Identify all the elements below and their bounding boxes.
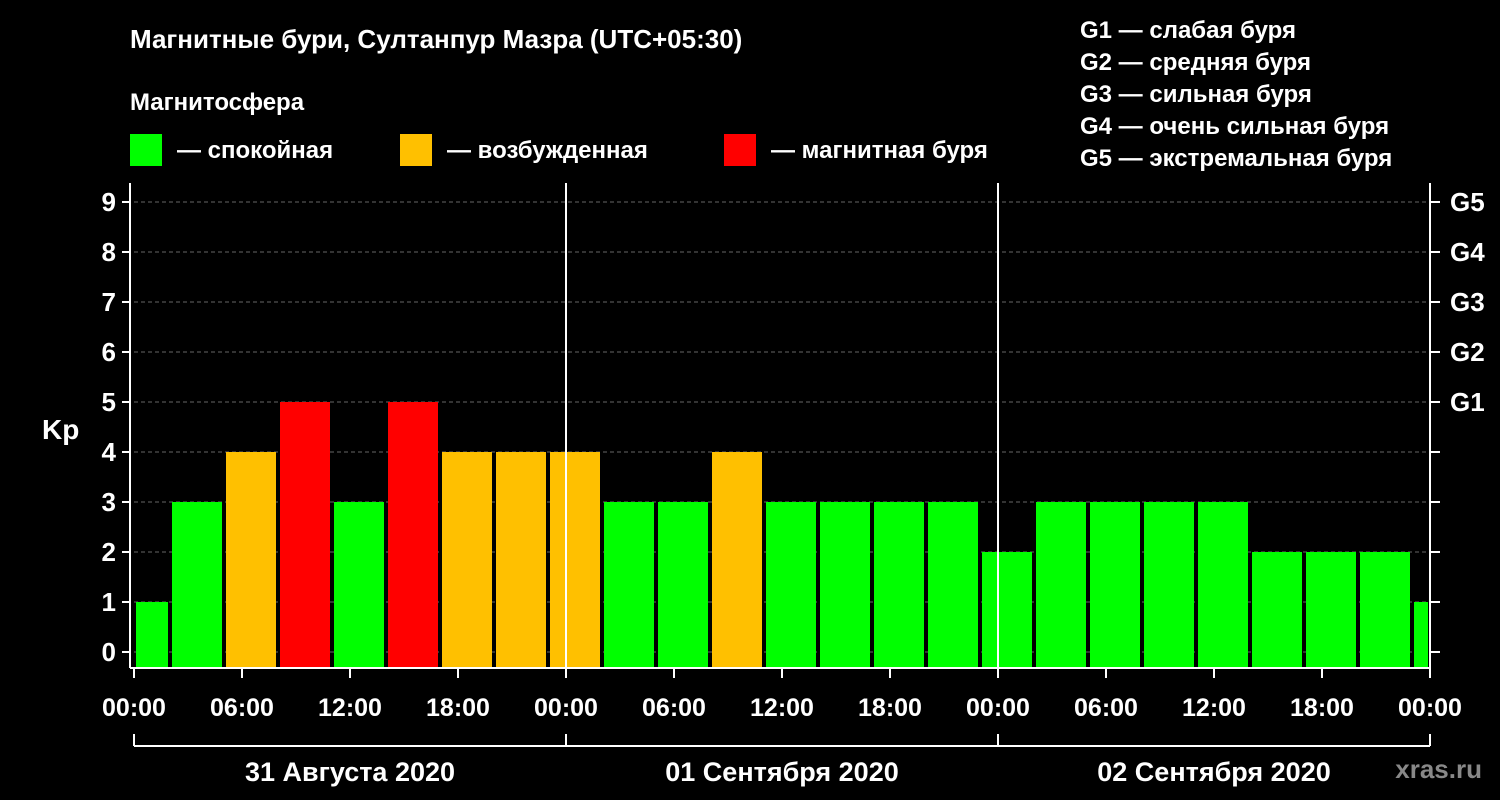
legend-label-active: — возбужденная: [447, 137, 648, 164]
g-tick-label-g5: G5: [1450, 187, 1485, 217]
g-tick-label-g3: G3: [1450, 287, 1485, 317]
x-tick-label-1: 06:00: [210, 694, 274, 722]
legend-label-quiet: — спокойная: [177, 137, 333, 164]
kp-bar-24: [1414, 602, 1428, 667]
x-tick-label-10: 12:00: [1182, 694, 1246, 722]
kp-bar-14: [874, 502, 924, 667]
y-tick-label-5: 5: [102, 387, 116, 417]
x-tick-label-8: 00:00: [966, 694, 1030, 722]
x-tick-label-7: 18:00: [858, 694, 922, 722]
x-tick-label-2: 12:00: [318, 694, 382, 722]
x-tick-label-3: 18:00: [426, 694, 490, 722]
kp-bar-5: [388, 402, 438, 667]
kp-bar-12: [766, 502, 816, 667]
kp-bar-0: [136, 602, 168, 667]
storm-scale-g5: G5 — экстремальная буря: [1080, 145, 1392, 172]
legend: — спокойная — возбужденная — магнитная б…: [130, 134, 988, 166]
legend-swatch-quiet: [130, 134, 162, 166]
g-scale-tick-labels: G1 G2 G3 G4 G5: [1450, 187, 1485, 417]
y-tick-label-4: 4: [102, 437, 117, 467]
x-tick-label-9: 06:00: [1074, 694, 1138, 722]
day-label-0: 31 Августа 2020: [245, 757, 455, 787]
day-label-1: 01 Сентября 2020: [665, 757, 898, 787]
legend-swatch-storm: [724, 134, 756, 166]
kp-bar-20: [1198, 502, 1248, 667]
legend-swatch-active: [400, 134, 432, 166]
kp-bar-19: [1144, 502, 1194, 667]
kp-bar-23: [1360, 552, 1410, 667]
legend-label-storm: — магнитная буря: [771, 137, 988, 164]
kp-bar-18: [1090, 502, 1140, 667]
y-tick-label-7: 7: [102, 287, 116, 317]
x-tick-label-11: 18:00: [1290, 694, 1354, 722]
kp-bar-9: [604, 502, 654, 667]
kp-bar-8: [550, 452, 600, 667]
x-tick-label-5: 06:00: [642, 694, 706, 722]
y-tick-label-0: 0: [102, 637, 116, 667]
kp-bar-6: [442, 452, 492, 667]
y-tick-label-6: 6: [102, 337, 116, 367]
storm-scale-g3: G3 — сильная буря: [1080, 81, 1312, 108]
kp-bar-21: [1252, 552, 1302, 667]
kp-bar-17: [1036, 502, 1086, 667]
day-label-2: 02 Сентября 2020: [1097, 757, 1330, 787]
watermark: xras.ru: [1395, 754, 1482, 784]
kp-bar-10: [658, 502, 708, 667]
kp-bar-11: [712, 452, 762, 667]
y-tick-label-9: 9: [102, 187, 116, 217]
y-axis-label: Kp: [42, 414, 79, 445]
x-tick-label-6: 12:00: [750, 694, 814, 722]
kp-bar-16: [982, 552, 1032, 667]
storm-scale-g4: G4 — очень сильная буря: [1080, 113, 1389, 140]
x-tick-labels: 00:00 06:00 12:00 18:00 00:00 06:00 12:00 18:00…: [102, 694, 1462, 722]
x-tick-label-12: 00:00: [1398, 694, 1462, 722]
kp-bar-15: [928, 502, 978, 667]
legend-title: Магнитосфера: [130, 89, 305, 116]
y-tick-label-8: 8: [102, 237, 116, 267]
storm-scale-g1: G1 — слабая буря: [1080, 17, 1296, 44]
g-tick-label-g1: G1: [1450, 387, 1485, 417]
y-tick-labels: 0 1 2 3 4 5 6 7 8 9: [102, 187, 117, 667]
kp-bar-7: [496, 452, 546, 667]
kp-bar-13: [820, 502, 870, 667]
y-tick-label-3: 3: [102, 487, 116, 517]
y-tick-label-1: 1: [102, 587, 116, 617]
x-tick-label-4: 00:00: [534, 694, 598, 722]
kp-bar-4: [334, 502, 384, 667]
kp-chart: Магнитные бури, Султанпур Мазра (UTC+05:…: [42, 17, 1485, 787]
kp-bar-3: [280, 402, 330, 667]
chart-title: Магнитные бури, Султанпур Мазра (UTC+05:…: [130, 24, 742, 54]
kp-bar-22: [1306, 552, 1356, 667]
g-tick-label-g2: G2: [1450, 337, 1485, 367]
g-tick-label-g4: G4: [1450, 237, 1485, 267]
storm-scale-g2: G2 — средняя буря: [1080, 49, 1311, 76]
kp-bar-2: [226, 452, 276, 667]
kp-bar-1: [172, 502, 222, 667]
bars: [136, 402, 1428, 667]
storm-scale-list: G1 — слабая буря G2 — средняя буря G3 — …: [1080, 17, 1392, 172]
day-labels: 31 Августа 2020 01 Сентября 2020 02 Сентяб…: [245, 757, 1331, 787]
y-tick-label-2: 2: [102, 537, 116, 567]
x-tick-label-0: 00:00: [102, 694, 166, 722]
